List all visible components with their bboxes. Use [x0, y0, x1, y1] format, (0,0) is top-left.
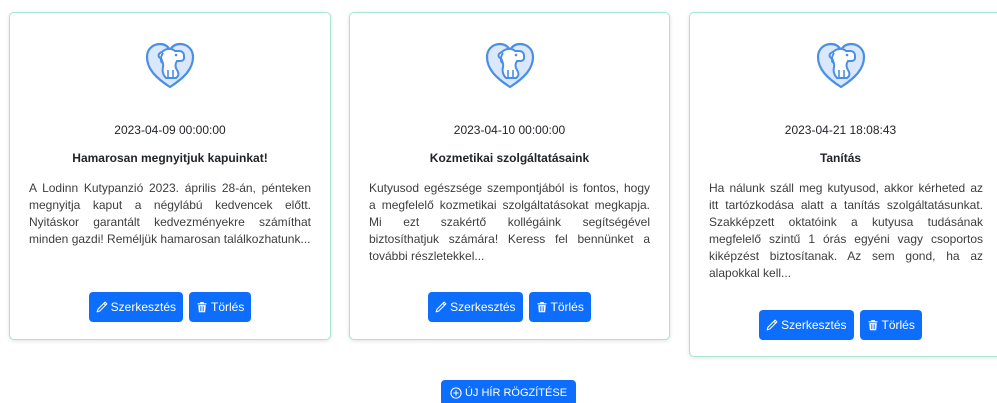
- news-title: Kozmetikai szolgáltatásaink: [429, 151, 590, 165]
- dog-heart-logo-icon: [484, 40, 536, 92]
- edit-button-label: Szerkesztés: [450, 300, 516, 314]
- pencil-icon: [766, 319, 778, 331]
- delete-button-label: Törlés: [550, 300, 584, 314]
- delete-button[interactable]: Törlés: [859, 310, 922, 340]
- dog-heart-logo-icon: [144, 40, 196, 92]
- news-date: 2023-04-09 00:00:00: [114, 123, 226, 137]
- news-actions: Szerkesztés Törlés: [10, 292, 330, 322]
- news-card: 2023-04-21 18:08:43 Tanítás Ha nálunk sz…: [689, 12, 997, 357]
- add-news-button-label: ÚJ HÍR RÖGZÍTÉSE: [464, 387, 568, 399]
- dog-heart-logo-icon: [815, 40, 867, 92]
- news-title: Hamarosan megnyitjuk kapuinkat!: [72, 151, 268, 165]
- news-body: Kutyusod egészsége szempontjából is font…: [369, 181, 650, 263]
- news-body: A Lodinn Kutypanzió 2023. április 28-án,…: [29, 181, 311, 246]
- pencil-icon: [435, 301, 447, 313]
- add-news-button[interactable]: ÚJ HÍR RÖGZÍTÉSE: [441, 380, 576, 403]
- news-card: 2023-04-09 00:00:00 Hamarosan megnyitjuk…: [9, 12, 331, 340]
- delete-button[interactable]: Törlés: [528, 292, 591, 322]
- edit-button[interactable]: Szerkesztés: [428, 292, 523, 322]
- trash-icon: [536, 301, 548, 313]
- trash-icon: [867, 319, 879, 331]
- news-card: 2023-04-10 00:00:00 Kozmetikai szolgálta…: [349, 12, 670, 340]
- edit-button-label: Szerkesztés: [110, 300, 176, 314]
- delete-button-label: Törlés: [211, 300, 245, 314]
- news-actions: Szerkesztés Törlés: [690, 310, 991, 340]
- trash-icon: [196, 301, 208, 313]
- delete-button[interactable]: Törlés: [189, 292, 252, 322]
- edit-button[interactable]: Szerkesztés: [88, 292, 183, 322]
- plus-circle-icon: [450, 387, 462, 399]
- edit-button-label: Szerkesztés: [781, 318, 847, 332]
- delete-button-label: Törlés: [881, 318, 915, 332]
- news-title: Tanítás: [819, 151, 862, 165]
- edit-button[interactable]: Szerkesztés: [759, 310, 854, 340]
- news-date: 2023-04-10 00:00:00: [453, 123, 566, 137]
- news-actions: Szerkesztés Törlés: [350, 292, 669, 322]
- pencil-icon: [96, 301, 108, 313]
- news-date: 2023-04-21 18:08:43: [784, 123, 897, 137]
- news-body: Ha nálunk száll meg kutyusod, akkor kérh…: [709, 181, 983, 280]
